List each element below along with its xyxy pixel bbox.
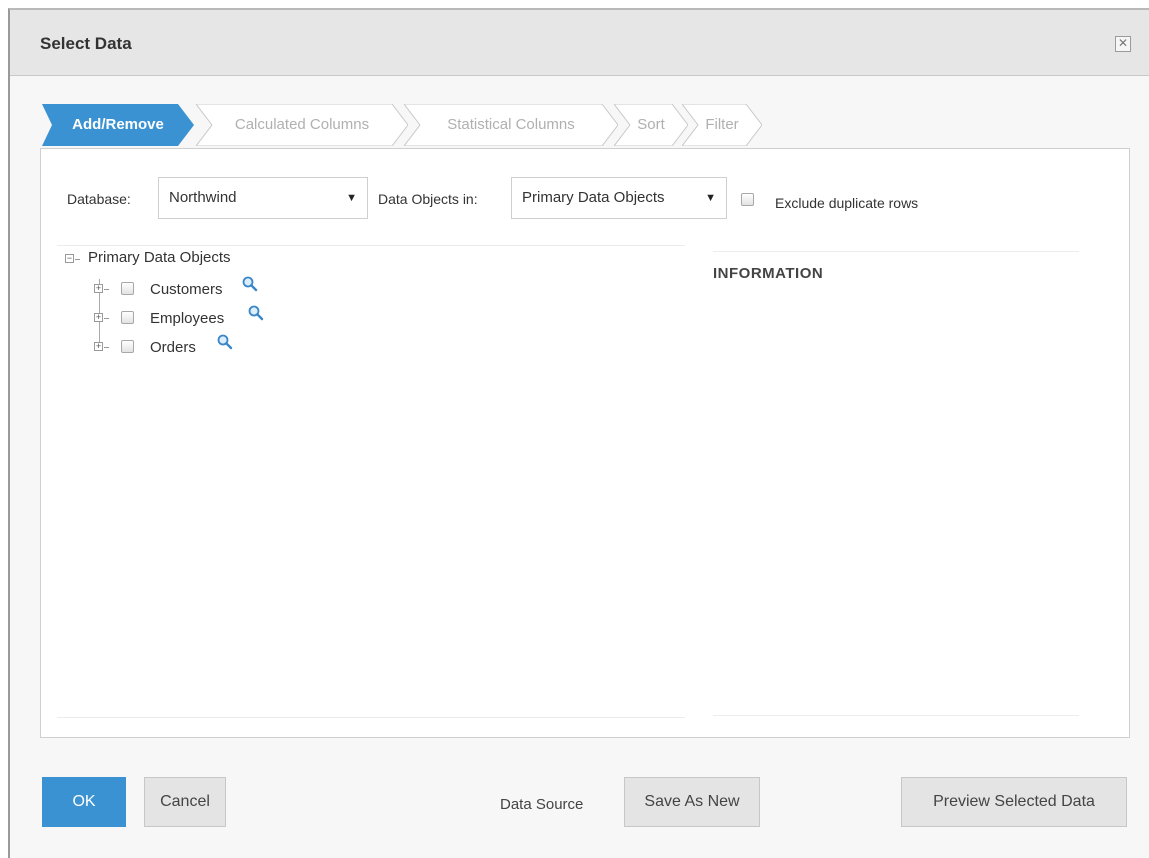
- data-source-label: Data Source: [500, 796, 584, 813]
- preview-selected-data-button[interactable]: Preview Selected Data: [901, 777, 1127, 827]
- tree-expand-toggle[interactable]: +: [94, 342, 103, 351]
- exclude-duplicates-label: Exclude duplicate rows: [775, 195, 919, 211]
- info-pane-top-divider: [713, 251, 1079, 252]
- tree-item-employees[interactable]: Employees: [150, 310, 224, 327]
- customers-checkbox[interactable]: [121, 282, 134, 295]
- data-objects-select-value: Primary Data Objects: [522, 189, 665, 206]
- tree-item-orders[interactable]: Orders: [150, 339, 196, 356]
- cancel-button[interactable]: Cancel: [144, 777, 226, 827]
- employees-checkbox[interactable]: [121, 311, 134, 324]
- tab-calculated-columns[interactable]: Calculated Columns: [196, 104, 408, 146]
- tab-statistical-columns-label: Statistical Columns: [447, 116, 575, 133]
- tab-add-remove-label: Add/Remove: [72, 116, 164, 133]
- tree-connector: [75, 259, 80, 260]
- tree-connector: [104, 318, 109, 319]
- chevron-down-icon: ▼: [705, 192, 716, 204]
- tab-filter[interactable]: Filter: [682, 104, 762, 146]
- tab-sort[interactable]: Sort: [614, 104, 688, 146]
- tree-collapse-toggle[interactable]: −: [65, 254, 74, 263]
- chevron-down-icon: ▼: [346, 192, 357, 204]
- exclude-duplicates-checkbox[interactable]: [741, 193, 754, 206]
- tab-filter-label: Filter: [705, 116, 739, 133]
- add-remove-panel: Database: Northwind ▼ Data Objects in: P…: [40, 148, 1130, 738]
- database-select[interactable]: Northwind ▼: [158, 177, 368, 219]
- tab-statistical-columns[interactable]: Statistical Columns: [404, 104, 618, 146]
- info-pane-bottom-divider: [713, 715, 1079, 716]
- tree-connector: [104, 289, 109, 290]
- select-data-dialog: Select Data ✕ Add/Remove Calculated Colu…: [8, 8, 1149, 858]
- tree-expand-toggle[interactable]: +: [94, 313, 103, 322]
- data-objects-select[interactable]: Primary Data Objects ▼: [511, 177, 727, 219]
- tab-sort-label: Sort: [637, 116, 665, 133]
- search-icon[interactable]: [248, 305, 264, 321]
- dialog-title: Select Data: [40, 34, 132, 53]
- tab-add-remove[interactable]: Add/Remove: [42, 104, 194, 146]
- tab-calculated-columns-label: Calculated Columns: [234, 116, 370, 133]
- tree-pane-bottom-divider: [57, 717, 685, 718]
- data-objects-label: Data Objects in:: [378, 191, 478, 207]
- database-select-value: Northwind: [169, 189, 237, 206]
- tree-root-label: Primary Data Objects: [88, 249, 231, 266]
- database-label: Database:: [67, 191, 131, 207]
- ok-button[interactable]: OK: [42, 777, 126, 827]
- close-icon[interactable]: ✕: [1115, 36, 1131, 52]
- tree-item-customers[interactable]: Customers: [150, 281, 223, 298]
- search-icon[interactable]: [217, 334, 233, 350]
- tree-connector: [104, 347, 109, 348]
- dialog-titlebar: Select Data ✕: [10, 10, 1149, 76]
- tree-pane-top-divider: [57, 245, 685, 246]
- orders-checkbox[interactable]: [121, 340, 134, 353]
- tree-expand-toggle[interactable]: +: [94, 284, 103, 293]
- information-heading: INFORMATION: [713, 265, 824, 282]
- save-as-new-button[interactable]: Save As New: [624, 777, 760, 827]
- search-icon[interactable]: [242, 276, 258, 292]
